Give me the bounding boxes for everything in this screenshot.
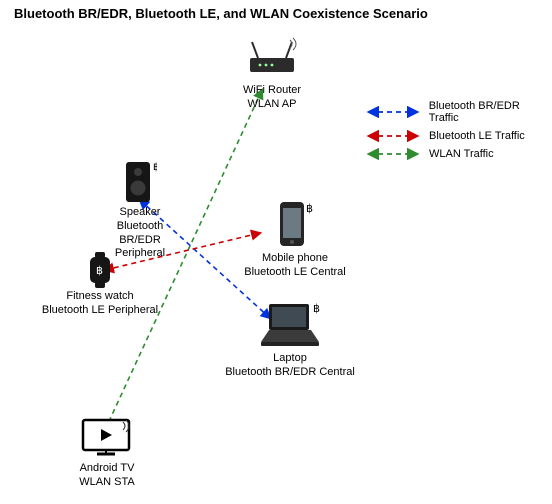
node-router: WiFi Router WLAN AP [232,36,312,112]
phone-label-2: Bluetooth LE Central [244,266,346,280]
speaker-label-1: Speaker [120,206,161,220]
tv-label-2: WLAN STA [79,476,134,490]
laptop-label-1: Laptop [273,352,307,366]
svg-text:฿: ฿ [313,303,320,315]
legend: Bluetooth BR/EDR Traffic Bluetooth LE Tr… [365,100,552,160]
diagram-title: Bluetooth BR/EDR, Bluetooth LE, and WLAN… [14,6,428,21]
legend-wlan: WLAN Traffic [365,148,552,160]
legend-bredr: Bluetooth BR/EDR Traffic [365,100,552,124]
node-speaker: ฿ Speaker Bluetooth BR/EDR Peripheral [95,160,185,261]
node-laptop: ฿ Laptop Bluetooth BR/EDR Central [225,300,355,380]
links-layer [0,0,552,504]
router-icon [244,36,300,82]
tv-label-1: Android TV [80,462,135,476]
router-label-1: WiFi Router [243,84,301,98]
tv-icon [79,416,135,460]
legend-le: Bluetooth LE Traffic [365,130,552,142]
legend-bredr-line [365,106,421,118]
phone-icon: ฿ [276,200,314,250]
svg-text:฿: ฿ [96,265,103,277]
speaker-label-2: Bluetooth BR/EDR [95,220,185,248]
watch-label-1: Fitness watch [66,290,133,304]
diagram-canvas: Bluetooth BR/EDR, Bluetooth LE, and WLAN… [0,0,552,504]
legend-wlan-label: WLAN Traffic [429,148,494,160]
legend-le-line [365,130,421,142]
speaker-label-3: Peripheral [115,247,165,261]
phone-label-1: Mobile phone [262,252,328,266]
watch-icon: ฿ [85,252,115,288]
router-label-2: WLAN AP [248,98,297,112]
node-watch: ฿ Fitness watch Bluetooth LE Peripheral [40,252,160,318]
laptop-label-2: Bluetooth BR/EDR Central [225,366,355,380]
legend-bredr-label: Bluetooth BR/EDR Traffic [429,100,552,124]
link-wlan-tv-router [105,90,262,430]
link-bredr-speaker-laptop [140,200,270,318]
watch-label-2: Bluetooth LE Peripheral [42,304,158,318]
node-tv: Android TV WLAN STA [62,416,152,490]
svg-text:฿: ฿ [306,203,313,215]
laptop-icon: ฿ [255,300,325,350]
legend-wlan-line [365,148,421,160]
node-phone: ฿ Mobile phone Bluetooth LE Central [240,200,350,280]
svg-text:฿: ฿ [153,162,157,173]
legend-le-label: Bluetooth LE Traffic [429,130,525,142]
link-le-watch-phone [105,233,260,270]
speaker-icon: ฿ [123,160,157,204]
